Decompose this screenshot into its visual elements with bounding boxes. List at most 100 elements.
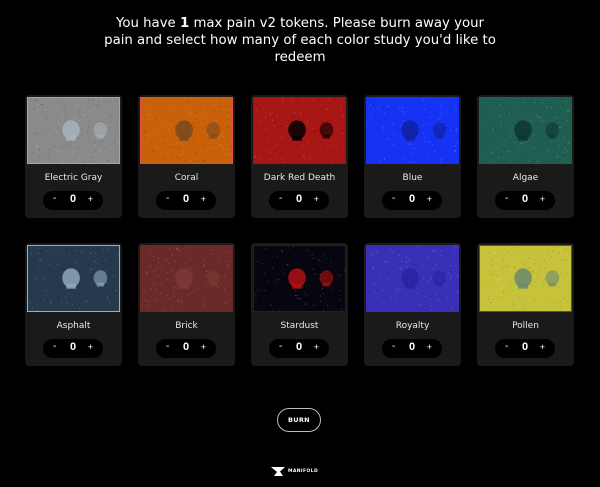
- grain: [309, 158, 311, 160]
- grain: [287, 138, 289, 140]
- page-headline: You have 1 max pain v2 tokens. Please bu…: [100, 15, 500, 66]
- grain: [170, 309, 172, 311]
- grain: [543, 259, 545, 261]
- grain: [115, 292, 118, 294]
- grain: [374, 158, 376, 160]
- grain: [532, 271, 534, 273]
- grain: [36, 99, 38, 101]
- grain: [188, 113, 190, 115]
- quantity-value: 0: [182, 193, 190, 205]
- increment-button[interactable]: +: [314, 194, 319, 204]
- grain: [169, 146, 171, 148]
- grain: [384, 261, 386, 263]
- grain: [171, 156, 174, 158]
- grain: [514, 99, 516, 102]
- grain: [228, 111, 231, 113]
- grain: [84, 127, 86, 129]
- grain: [435, 251, 437, 253]
- grain: [429, 135, 431, 137]
- skull-jaw: [405, 283, 415, 289]
- grain: [333, 98, 335, 100]
- grain: [547, 150, 549, 152]
- increment-button[interactable]: +: [88, 194, 93, 204]
- grain: [292, 306, 294, 309]
- grain: [202, 305, 205, 307]
- increment-button[interactable]: +: [540, 342, 545, 352]
- grain: [223, 263, 225, 266]
- grain: [95, 109, 97, 111]
- grain: [255, 278, 257, 280]
- grain: [62, 113, 64, 115]
- grain: [30, 253, 32, 255]
- grain: [542, 133, 544, 135]
- skull-jaw: [435, 282, 444, 287]
- grain: [89, 161, 91, 163]
- grain: [502, 103, 504, 106]
- color-study-card: Royalty -0 +: [364, 243, 461, 366]
- grain: [163, 99, 165, 102]
- grain: [255, 108, 258, 110]
- grain: [322, 255, 325, 257]
- skull-left: [175, 120, 193, 141]
- increment-button[interactable]: +: [427, 342, 432, 352]
- grain: [144, 131, 147, 133]
- increment-button[interactable]: +: [201, 342, 206, 352]
- grain: [112, 140, 115, 142]
- grain: [34, 278, 36, 280]
- grain: [269, 151, 271, 153]
- grain: [264, 133, 266, 135]
- grain: [550, 106, 553, 108]
- grain: [38, 131, 40, 133]
- grain: [100, 99, 102, 102]
- grain: [290, 98, 292, 101]
- increment-button[interactable]: +: [314, 342, 319, 352]
- grain: [301, 258, 303, 260]
- grain: [395, 289, 397, 291]
- grain: [487, 265, 489, 267]
- color-study-name: Coral: [174, 173, 199, 183]
- grain: [266, 140, 268, 142]
- grain: [110, 115, 112, 117]
- grain: [78, 120, 80, 122]
- grain: [80, 299, 82, 302]
- grain: [29, 301, 31, 303]
- grain: [86, 116, 88, 118]
- grain: [420, 130, 422, 132]
- grain: [455, 109, 457, 112]
- grain: [84, 301, 86, 304]
- grain: [49, 283, 52, 285]
- grain: [537, 298, 539, 300]
- grain: [343, 269, 345, 271]
- grain: [419, 250, 421, 252]
- grain: [425, 255, 427, 257]
- grain: [228, 291, 230, 294]
- grain: [53, 99, 55, 101]
- grain: [112, 274, 114, 277]
- grain: [507, 252, 509, 254]
- grain: [491, 291, 493, 293]
- grain: [228, 266, 230, 268]
- grain: [449, 259, 452, 262]
- increment-button[interactable]: +: [201, 194, 206, 204]
- grain: [492, 155, 494, 157]
- grain: [94, 252, 96, 254]
- increment-button[interactable]: +: [88, 342, 93, 352]
- grain: [543, 148, 545, 150]
- grain: [566, 286, 568, 288]
- skull-artwork: [28, 98, 119, 163]
- grain: [524, 141, 526, 143]
- grain: [41, 134, 43, 136]
- grain: [328, 286, 330, 288]
- grain: [507, 150, 509, 152]
- grain: [272, 298, 274, 300]
- grain: [194, 111, 196, 113]
- increment-button[interactable]: +: [540, 194, 545, 204]
- grain: [92, 248, 95, 250]
- grain: [314, 269, 316, 271]
- color-study-thumbnail: [27, 97, 120, 164]
- increment-button[interactable]: +: [427, 194, 432, 204]
- grain: [210, 147, 212, 149]
- grain: [542, 104, 544, 107]
- grain: [330, 307, 332, 309]
- burn-button[interactable]: BURN: [277, 408, 321, 432]
